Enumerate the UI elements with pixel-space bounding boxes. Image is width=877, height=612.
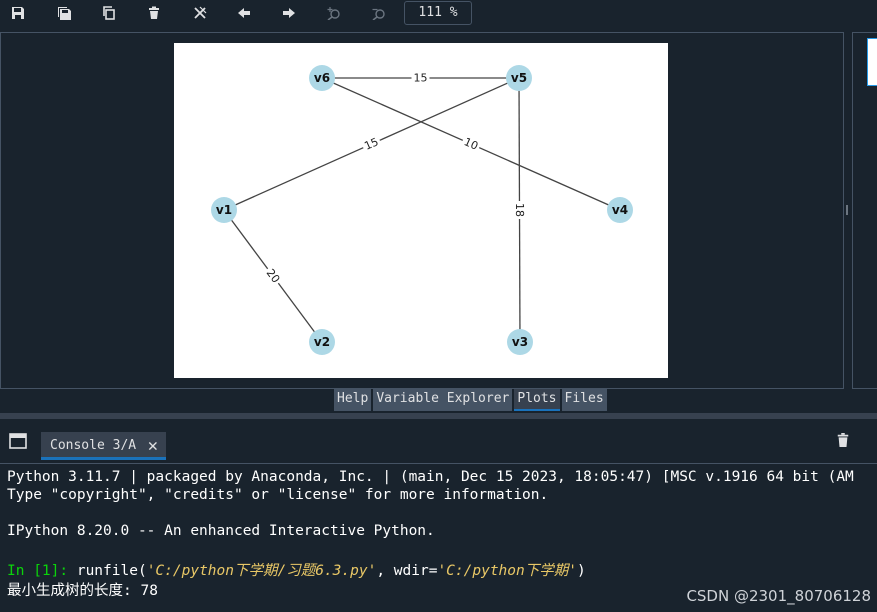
- next-icon[interactable]: [279, 3, 299, 23]
- zoom-in-icon[interactable]: [324, 3, 344, 23]
- graph-figure: 15 15 10 18 20 v1 v2 v3 v4 v5 v6: [174, 43, 668, 378]
- console-ipython-line: IPython 8.20.0 -- An enhanced Interactiv…: [7, 523, 435, 539]
- tab-variable-explorer[interactable]: Variable Explorer: [373, 389, 513, 411]
- command-text: , wdir=: [376, 563, 438, 579]
- input-prompt: In [1]:: [7, 563, 69, 579]
- edge-weight-label: 20: [264, 267, 283, 286]
- tab-plots[interactable]: Plots: [514, 389, 560, 411]
- node-label: v1: [216, 203, 232, 217]
- console-tab-label: Console 3/A: [50, 438, 137, 453]
- edge-weight-label: 15: [414, 72, 428, 85]
- node-label: v6: [314, 71, 330, 85]
- close-icon[interactable]: ✕: [148, 432, 158, 460]
- node-label: v4: [612, 203, 628, 217]
- zoom-out-icon[interactable]: [369, 3, 389, 23]
- console-tab[interactable]: Console 3/A ✕: [41, 432, 166, 460]
- plots-toolbar: 111 %: [0, 0, 877, 26]
- command-text: ): [576, 563, 586, 579]
- console-banner-line: Python 3.11.7 | packaged by Anaconda, In…: [7, 469, 854, 485]
- edge-weight-label: 18: [513, 203, 526, 217]
- command-arg-wdir: 'C:/python下学期': [437, 563, 577, 579]
- node-label: v3: [512, 335, 528, 349]
- console-input-line: In [1]: runfile('C:/python下学期/习题6.3.py',…: [7, 559, 586, 580]
- node-label: v2: [314, 335, 330, 349]
- tab-files[interactable]: Files: [561, 389, 607, 411]
- plot-thumbnail[interactable]: [867, 38, 877, 86]
- console-banner-line: Type "copyright", "credits" or "license"…: [7, 487, 549, 503]
- splitter-handle[interactable]: [846, 205, 848, 215]
- new-console-icon[interactable]: [9, 433, 27, 449]
- command-arg-path: 'C:/python下学期/习题6.3.py': [146, 563, 377, 579]
- trash-icon[interactable]: [836, 432, 852, 450]
- delete-icon[interactable]: [144, 3, 164, 23]
- save-icon[interactable]: [8, 3, 28, 23]
- watermark: CSDN @2301_80706128: [686, 587, 871, 605]
- thumbnails-pane: [852, 32, 877, 389]
- tab-help[interactable]: Help: [334, 389, 372, 411]
- pane-tab-bar: Help Variable Explorer Plots Files: [334, 389, 607, 411]
- node-label: v5: [511, 71, 527, 85]
- previous-icon[interactable]: [234, 3, 254, 23]
- command-text: runfile(: [68, 563, 147, 579]
- console-result-line: 最小生成树的长度: 78: [7, 583, 158, 599]
- save-all-icon[interactable]: [54, 3, 74, 23]
- delete-all-icon[interactable]: [190, 3, 210, 23]
- graph-svg: 1515 101820v1v2 v3v4v5v6: [211, 65, 633, 355]
- copy-icon[interactable]: [99, 3, 119, 23]
- zoom-level: 111 %: [404, 1, 472, 25]
